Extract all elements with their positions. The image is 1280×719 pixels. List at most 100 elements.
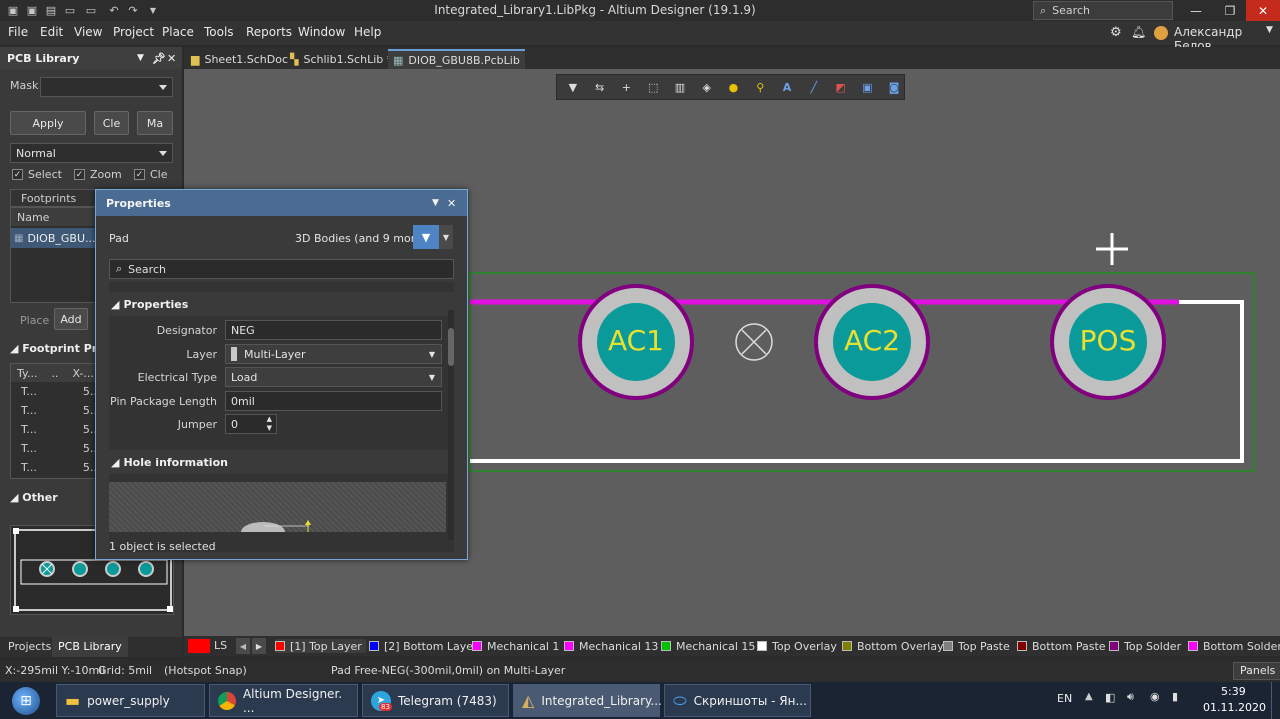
network-signal-icon[interactable]: ▮ bbox=[1172, 690, 1178, 703]
menu-file[interactable]: File bbox=[8, 25, 28, 39]
save-all-icon[interactable]: ▣ bbox=[25, 3, 39, 17]
current-layer-color[interactable] bbox=[188, 639, 210, 653]
user-dropdown-icon[interactable]: ▼ bbox=[1266, 25, 1273, 35]
place-track-icon[interactable]: ◈ bbox=[697, 77, 717, 97]
clear-existing-checkbox[interactable]: ✓ Cle bbox=[134, 168, 168, 181]
component-icon[interactable]: ▣ bbox=[857, 77, 877, 97]
layer-set-button[interactable]: LS bbox=[214, 639, 227, 652]
layer-tab-top-solder[interactable]: Top Solder bbox=[1109, 639, 1181, 653]
filter-button[interactable]: ▼ bbox=[413, 225, 439, 249]
add-button[interactable]: Add bbox=[54, 308, 88, 330]
tab-schlib1-schlib[interactable]: ▚ Schlib1.SchLib * bbox=[285, 49, 397, 69]
panel-close-icon[interactable]: ✕ bbox=[167, 52, 176, 65]
properties-scrollbar[interactable] bbox=[448, 310, 454, 540]
footprint-item[interactable]: ▦ DIOB_GBU... bbox=[11, 228, 95, 248]
tab-projects[interactable]: Projects bbox=[2, 637, 57, 657]
save-icon[interactable]: ▣ bbox=[6, 3, 20, 17]
mask-combo[interactable] bbox=[40, 77, 173, 97]
task-telegram[interactable]: ➤ 83 Telegram (7483) bbox=[362, 684, 509, 717]
stepper-arrows-icon[interactable]: ▲ ▼ bbox=[267, 415, 272, 433]
undo-icon[interactable]: ↶ bbox=[107, 3, 121, 17]
avatar[interactable] bbox=[1154, 26, 1168, 40]
mode-combo[interactable]: Normal bbox=[10, 143, 173, 163]
properties-search-input[interactable]: ⌕ Search bbox=[109, 259, 454, 279]
layer-tab-bottom-solder[interactable]: Bottom Solder bbox=[1188, 639, 1280, 653]
layer-tab-top-paste[interactable]: Top Paste bbox=[943, 639, 1010, 653]
pin-icon[interactable]: 📌︎ bbox=[152, 52, 166, 65]
tray-sync-icon[interactable]: ◉ bbox=[1150, 690, 1160, 703]
table-row[interactable]: T... 5... bbox=[11, 382, 100, 401]
table-row[interactable]: T... 5... bbox=[11, 458, 100, 477]
settings-gear-icon[interactable]: ⚙ bbox=[1110, 25, 1122, 40]
menu-project[interactable]: Project bbox=[113, 25, 154, 39]
panel-menu-icon[interactable]: ▼ bbox=[137, 53, 144, 63]
redo-icon[interactable]: ↷ bbox=[126, 3, 140, 17]
pin-package-length-field[interactable]: 0mil bbox=[225, 391, 442, 411]
menu-reports[interactable]: Reports bbox=[246, 25, 292, 39]
clock-time[interactable]: 5:39 bbox=[1221, 685, 1246, 698]
table-row[interactable]: T... 5... bbox=[11, 401, 100, 420]
3d-body-icon[interactable]: ◙ bbox=[884, 77, 904, 97]
layer-tab-bottom-layer[interactable]: [2] Bottom Layer bbox=[369, 639, 478, 653]
menu-place[interactable]: Place bbox=[162, 25, 194, 39]
menu-view[interactable]: View bbox=[74, 25, 102, 39]
properties-close-icon[interactable]: ✕ bbox=[447, 197, 456, 210]
footprints-tab[interactable]: Footprints bbox=[10, 189, 96, 207]
close-button[interactable]: ✕ bbox=[1246, 0, 1280, 21]
layer-tab-mechanical-15[interactable]: Mechanical 15 bbox=[661, 639, 755, 653]
jumper-stepper[interactable]: 0 ▲ ▼ bbox=[225, 414, 277, 434]
layer-dropdown[interactable]: Multi-Layer ▼ bbox=[225, 344, 442, 364]
tray-app-icon[interactable]: ◧ bbox=[1105, 691, 1115, 704]
magnify-button[interactable]: Ma bbox=[137, 111, 173, 135]
layer-tab-bottom-overlay[interactable]: Bottom Overlay bbox=[842, 639, 944, 653]
tab-pcb-library[interactable]: PCB Library bbox=[52, 637, 128, 657]
filter-icon[interactable]: ▼ bbox=[563, 77, 583, 97]
filter-summary[interactable]: 3D Bodies (and 9 more) bbox=[295, 232, 426, 245]
select-checkbox[interactable]: ✓ Select bbox=[12, 168, 62, 181]
place-button[interactable]: Place bbox=[20, 314, 49, 327]
properties-menu-icon[interactable]: ▼ bbox=[432, 198, 439, 208]
clear-button[interactable]: Cle bbox=[94, 111, 129, 135]
arc-icon[interactable]: ◩ bbox=[831, 77, 851, 97]
layer-scroll-left-icon[interactable]: ◀ bbox=[236, 638, 250, 654]
layer-tab-bottom-paste[interactable]: Bottom Paste bbox=[1017, 639, 1106, 653]
layer-tab-top-layer[interactable]: [1] Top Layer bbox=[275, 639, 366, 653]
menu-window[interactable]: Window bbox=[298, 25, 345, 39]
volume-icon[interactable]: 🔊︎ bbox=[1127, 690, 1134, 704]
task-power-supply[interactable]: ▬ power_supply bbox=[56, 684, 205, 717]
open-folder-icon[interactable]: ▭ bbox=[63, 3, 77, 17]
section-hole-information[interactable]: ◢ Hole information bbox=[109, 450, 454, 474]
panels-button[interactable]: Panels bbox=[1233, 662, 1280, 680]
electrical-type-dropdown[interactable]: Load ▼ bbox=[225, 367, 442, 387]
save-copy-icon[interactable]: ▤ bbox=[44, 3, 58, 17]
layer-tab-mechanical-1[interactable]: Mechanical 1 bbox=[472, 639, 559, 653]
apply-button[interactable]: Apply bbox=[10, 111, 86, 135]
table-row[interactable]: T... 5... bbox=[11, 439, 100, 458]
minimize-button[interactable]: — bbox=[1179, 0, 1213, 21]
route-icon[interactable]: ⇆ bbox=[590, 77, 610, 97]
notifications-bell-icon[interactable]: 🔔︎ bbox=[1131, 25, 1146, 39]
maximize-button[interactable]: ❐ bbox=[1213, 0, 1247, 21]
designator-field[interactable]: NEG bbox=[225, 320, 442, 340]
menu-edit[interactable]: Edit bbox=[40, 25, 63, 39]
properties-header[interactable]: Properties ▼ ✕ bbox=[96, 190, 467, 216]
add-icon[interactable]: + bbox=[617, 77, 637, 97]
layer-scroll-right-icon[interactable]: ▶ bbox=[252, 638, 266, 654]
zoom-checkbox[interactable]: ✓ Zoom bbox=[74, 168, 122, 181]
select-rect-icon[interactable]: ⬚ bbox=[643, 77, 663, 97]
tab-sheet1-schdoc[interactable]: ▆ Sheet1.SchDoc bbox=[186, 49, 293, 69]
selected-pad-marker[interactable] bbox=[735, 323, 773, 361]
task-chrome-altium[interactable]: Altium Designer. ... bbox=[209, 684, 358, 717]
task-integrated-library[interactable]: ◭ Integrated_Library... bbox=[513, 684, 662, 717]
text-icon[interactable]: A bbox=[777, 77, 797, 97]
clock-date[interactable]: 01.11.2020 bbox=[1203, 701, 1266, 714]
customize-dropdown-icon[interactable]: ▼ bbox=[146, 3, 160, 17]
start-button[interactable]: ⊞ bbox=[6, 684, 46, 717]
name-column-header[interactable]: Name bbox=[11, 208, 95, 226]
via-icon[interactable]: ⚲ bbox=[750, 77, 770, 97]
show-desktop-button[interactable] bbox=[1271, 682, 1280, 719]
align-icon[interactable]: ▥ bbox=[670, 77, 690, 97]
scrollbar-thumb[interactable] bbox=[448, 328, 454, 366]
section-properties[interactable]: ◢ Properties bbox=[109, 292, 454, 316]
layer-tab-top-overlay[interactable]: Top Overlay bbox=[757, 639, 837, 653]
